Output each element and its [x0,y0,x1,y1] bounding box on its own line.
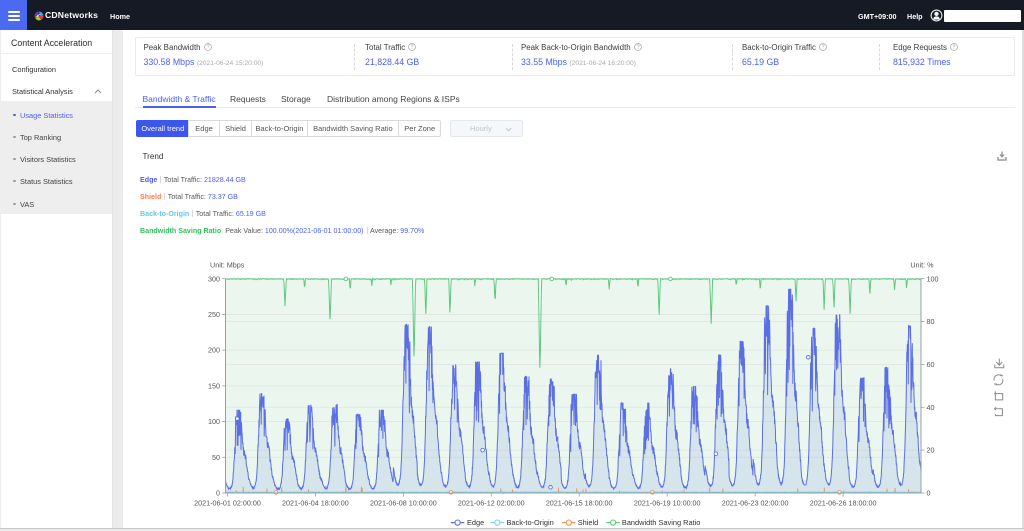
svg-text:2021-06-01 02:00:00: 2021-06-01 02:00:00 [194,499,261,508]
svg-text:Edge: Edge [467,518,484,527]
svg-text:60: 60 [927,360,935,369]
svg-text:150: 150 [208,381,220,390]
svg-text:0: 0 [927,489,931,498]
svg-text:200: 200 [208,346,220,355]
svg-text:80: 80 [927,317,935,326]
svg-text:?: ? [636,45,639,51]
svg-text:0: 0 [216,489,220,498]
svg-text:2021-06-15 18:00:00: 2021-06-15 18:00:00 [546,499,613,508]
svg-text:250: 250 [208,310,220,319]
svg-text:300: 300 [208,274,220,283]
svg-text:Shield: Shield [578,518,599,527]
svg-text:2021-06-23 02:00:00: 2021-06-23 02:00:00 [722,499,789,508]
svg-text:2021-06-19 10:00:00: 2021-06-19 10:00:00 [634,499,701,508]
svg-text:2021-06-08 10:00:00: 2021-06-08 10:00:00 [370,499,437,508]
svg-text:100: 100 [927,274,939,283]
svg-text:2021-06-04 18:00:00: 2021-06-04 18:00:00 [282,499,349,508]
svg-text:20: 20 [927,446,935,455]
svg-text:?: ? [822,45,825,51]
svg-text:Back-to-Origin: Back-to-Origin [507,518,554,527]
svg-text:?: ? [953,45,956,51]
svg-text:2021-06-12 02:00:00: 2021-06-12 02:00:00 [458,499,525,508]
svg-text:?: ? [411,45,414,51]
svg-text:100: 100 [208,417,220,426]
svg-text:?: ? [206,45,209,51]
svg-text:50: 50 [212,453,220,462]
svg-text:Bandwidth Saving Ratio: Bandwidth Saving Ratio [622,518,700,527]
svg-text:2021-06-26 18:00:00: 2021-06-26 18:00:00 [810,499,877,508]
svg-text:40: 40 [927,403,935,412]
svg-text:Unit: Mbps: Unit: Mbps [210,261,245,270]
svg-text:Unit: %: Unit: % [910,261,934,270]
